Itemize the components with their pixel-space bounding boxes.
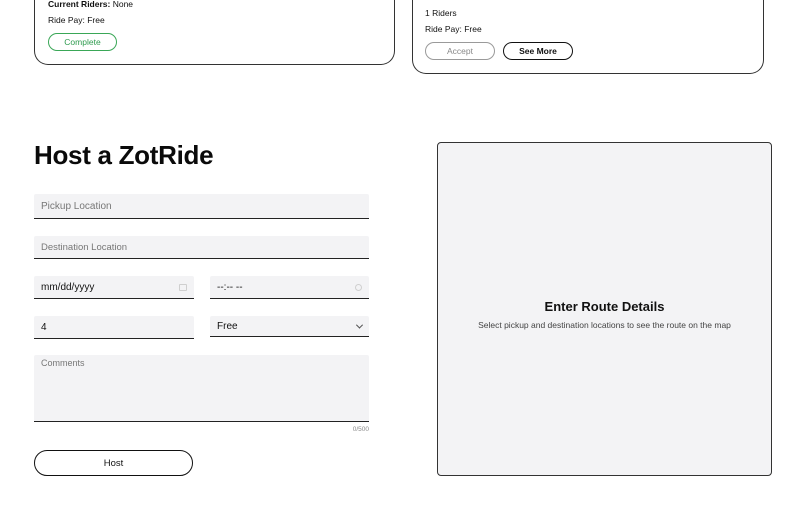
comments-textarea[interactable] xyxy=(34,355,369,422)
ride-pay-select[interactable]: Free xyxy=(210,316,369,337)
accept-button[interactable]: Accept xyxy=(425,42,495,60)
time-value: --:-- -- xyxy=(217,281,243,293)
date-input[interactable]: mm/dd/yyyy xyxy=(34,276,194,299)
clock-icon[interactable] xyxy=(355,283,362,291)
ride-card-available: 1 Riders Ride Pay: Free Accept See More xyxy=(412,0,764,74)
page-title: Host a ZotRide xyxy=(34,140,214,170)
see-more-button[interactable]: See More xyxy=(503,42,573,60)
seats-value: 4 xyxy=(41,321,47,333)
map-subtitle: Select pickup and destination locations … xyxy=(478,319,731,330)
ride-pay-text: Ride Pay: Free xyxy=(425,24,482,34)
comments-char-count: 0/500 xyxy=(352,426,369,433)
ride-pay-selected: Free xyxy=(217,320,238,332)
complete-button[interactable]: Complete xyxy=(48,33,117,51)
host-button[interactable]: Host xyxy=(34,450,193,476)
current-riders-line: Current Riders: None xyxy=(48,0,133,9)
destination-location-input[interactable] xyxy=(34,236,369,259)
current-riders-value: None xyxy=(112,0,134,9)
current-riders-label: Current Riders: xyxy=(48,0,111,9)
chevron-down-icon xyxy=(355,321,364,329)
date-value: mm/dd/yyyy xyxy=(41,281,95,293)
time-input[interactable]: --:-- -- xyxy=(210,276,369,299)
route-map-panel: Enter Route Details Select pickup and de… xyxy=(437,142,772,476)
map-title: Enter Route Details xyxy=(544,298,665,314)
seats-input[interactable]: 4 xyxy=(34,316,194,339)
pickup-location-input[interactable] xyxy=(34,194,369,219)
riders-count-text: 1 Riders xyxy=(425,8,457,18)
ride-pay-text: Ride Pay: Free xyxy=(48,15,105,25)
calendar-icon[interactable] xyxy=(179,283,187,291)
ride-card-current: Current Riders: None Ride Pay: Free Comp… xyxy=(34,0,395,65)
